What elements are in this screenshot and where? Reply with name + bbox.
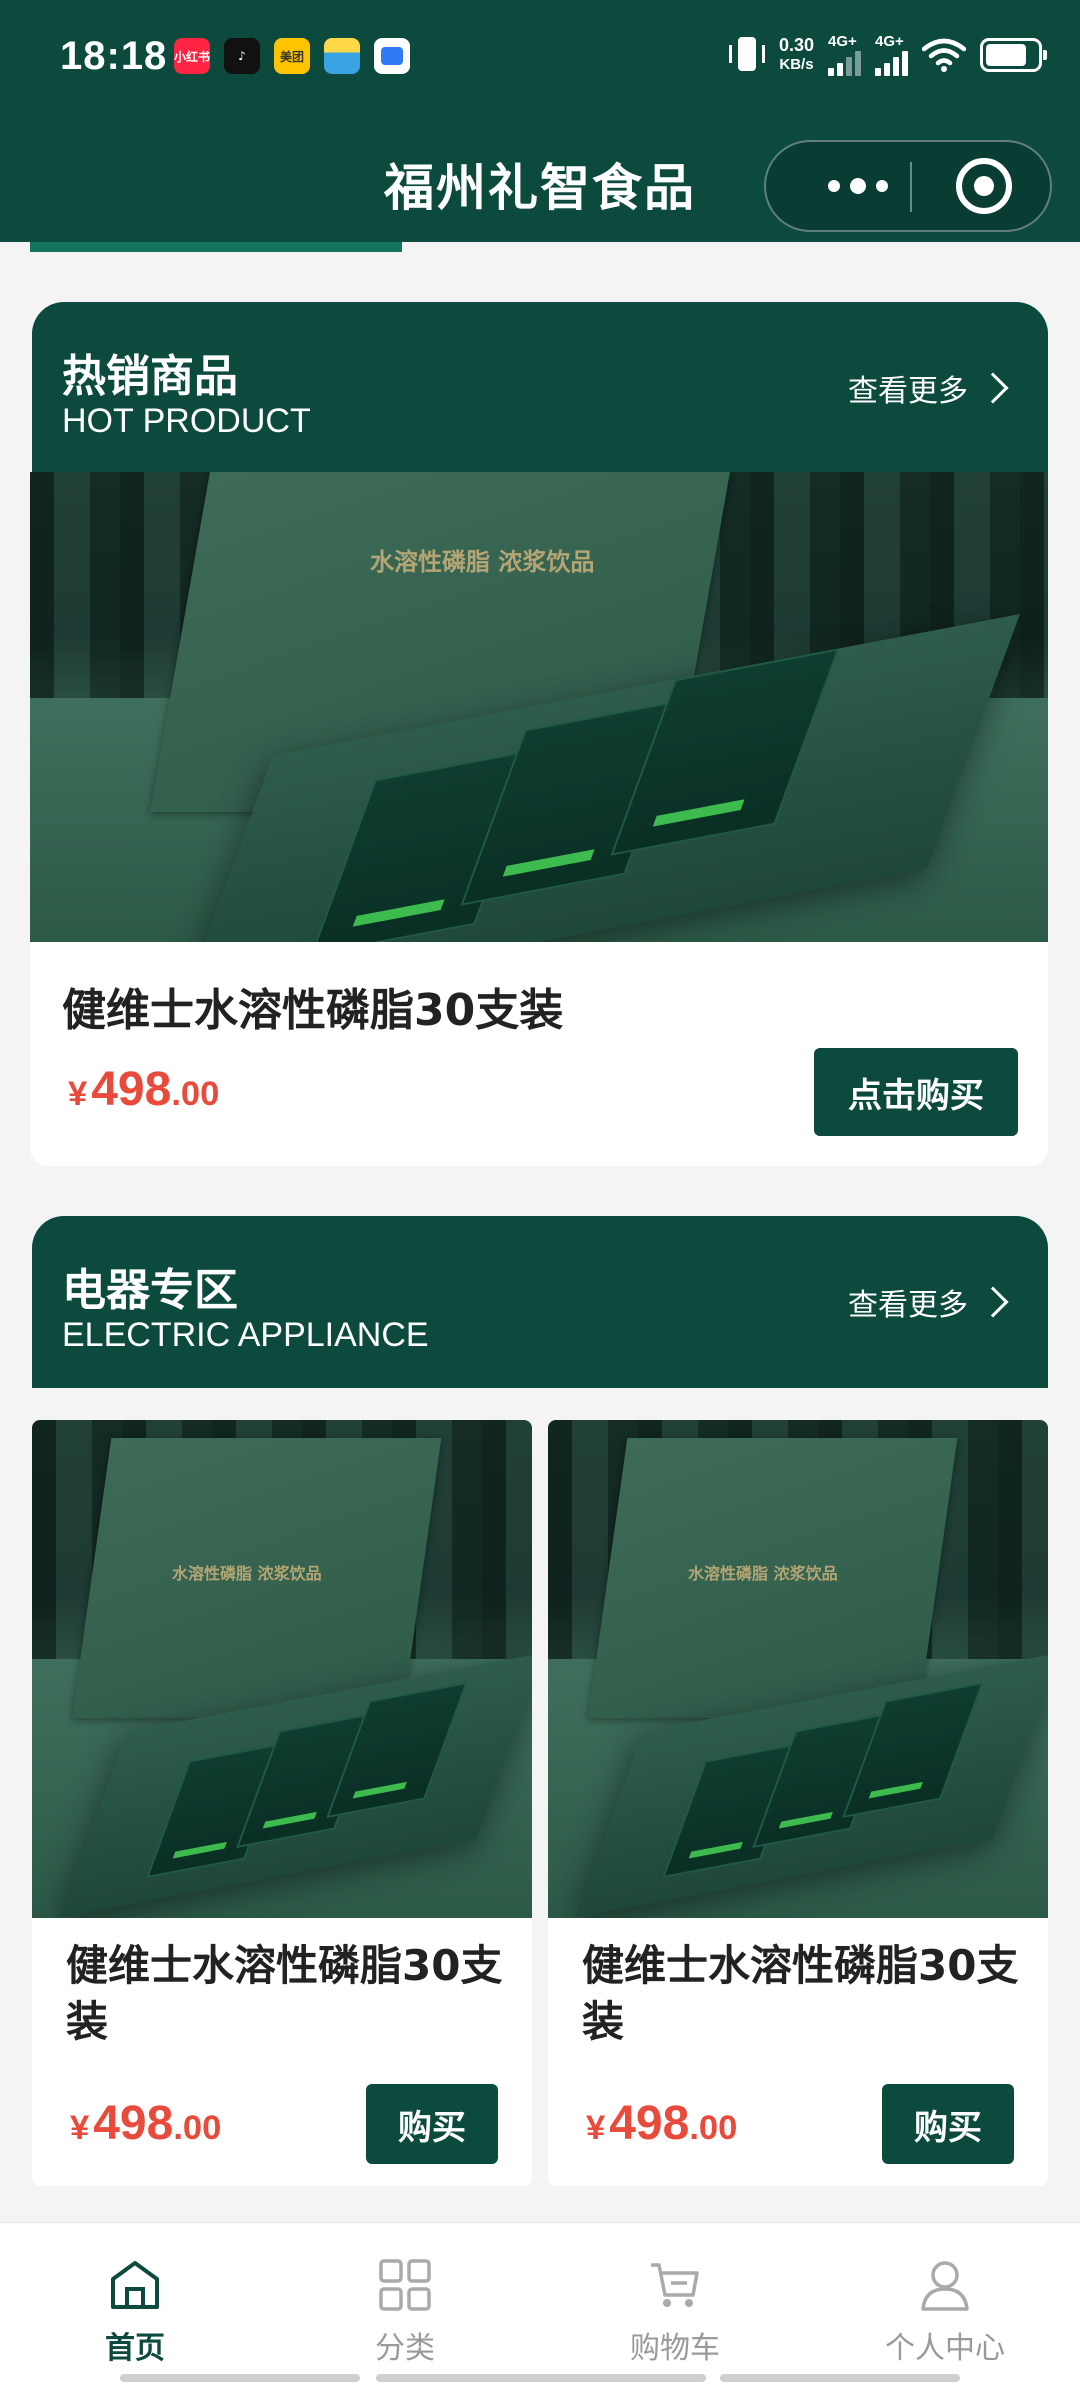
appliance-product-card[interactable]: 水溶性磷脂 浓浆饮品 健维士水溶性磷脂30支装 ¥498.00 购买 — [32, 1420, 532, 2186]
gesture-bar-segment — [720, 2374, 960, 2382]
close-miniapp-icon[interactable] — [956, 158, 1012, 214]
miniapp-capsule — [764, 140, 1052, 232]
more-options-icon[interactable] — [806, 142, 910, 230]
cloud-app-icon — [374, 38, 410, 74]
xiaohongshu-icon: 小红书 — [174, 38, 210, 74]
product-logo-text: 水溶性磷脂 浓浆饮品 — [688, 1564, 838, 1583]
electric-appliance-header: 电器专区 ELECTRIC APPLIANCE 查看更多 — [32, 1216, 1048, 1388]
view-more-link[interactable]: 查看更多 — [848, 1280, 1009, 1324]
product-logo-text: 水溶性磷脂 浓浆饮品 — [370, 548, 595, 576]
view-more-link[interactable]: 查看更多 — [848, 366, 1009, 410]
buy-button[interactable]: 购买 — [366, 2084, 498, 2164]
bottom-tab-bar: 首页 分类 购物车 个人中心 — [0, 2222, 1080, 2388]
home-icon — [111, 2261, 159, 2309]
section-subtitle: HOT PRODUCT — [62, 402, 311, 440]
douyin-icon: ♪ — [224, 38, 260, 74]
product-name[interactable]: 健维士水溶性磷脂30支装 — [62, 974, 563, 1038]
user-profile-icon — [921, 2261, 969, 2311]
section-title: 热销商品 — [62, 351, 238, 402]
notification-app-icons: 小红书 ♪ 美团 — [174, 38, 410, 74]
product-price: ¥498.00 — [70, 2097, 222, 2150]
section-title: 电器专区 — [62, 1265, 238, 1316]
gesture-bar-segment — [376, 2374, 706, 2382]
buy-button[interactable]: 购买 — [882, 2084, 1014, 2164]
battery-icon — [980, 38, 1047, 72]
net-speed: 0.30 KB/s — [778, 35, 814, 73]
product-name[interactable]: 健维士水溶性磷脂30支装 — [66, 1938, 516, 2050]
product-image[interactable]: 水溶性磷脂 浓浆饮品 — [548, 1420, 1048, 1918]
category-grid-icon — [379, 2259, 431, 2311]
signal-icon: 4G+ — [828, 34, 861, 76]
section-subtitle: ELECTRIC APPLIANCE — [62, 1316, 429, 1354]
product-price: ¥498.00 — [586, 2097, 738, 2150]
chevron-right-icon — [977, 1286, 1009, 1318]
meituan-icon: 美团 — [274, 38, 310, 74]
status-time: 18:18 — [60, 34, 168, 78]
tab-profile[interactable]: 个人中心 — [810, 2223, 1080, 2388]
product-image[interactable]: 水溶性磷脂 浓浆饮品 — [30, 472, 1048, 942]
tab-home[interactable]: 首页 — [0, 2223, 270, 2388]
gesture-bar-segment — [120, 2374, 360, 2382]
product-price: ¥498.00 — [68, 1063, 220, 1116]
product-name[interactable]: 健维士水溶性磷脂30支装 — [582, 1938, 1032, 2050]
product-image[interactable]: 水溶性磷脂 浓浆饮品 — [32, 1420, 532, 1918]
hot-product-header: 热销商品 HOT PRODUCT 查看更多 — [32, 302, 1048, 474]
tab-cart[interactable]: 购物车 — [540, 2223, 810, 2388]
status-bar: 18:18 小红书 ♪ 美团 0.30 KB/s 4G+ 4G+ — [0, 0, 1080, 118]
vibrate-icon — [728, 35, 765, 75]
top-bar: 18:18 小红书 ♪ 美团 0.30 KB/s 4G+ 4G+ 福州礼智食品 — [0, 0, 1080, 242]
status-indicators: 0.30 KB/s 4G+ 4G+ — [728, 34, 1047, 76]
scroll-tab-indicator — [30, 242, 402, 252]
chevron-right-icon — [977, 372, 1009, 404]
notes-app-icon — [324, 38, 360, 74]
buy-now-button[interactable]: 点击购买 — [814, 1048, 1018, 1136]
hot-product-card[interactable]: 水溶性磷脂 浓浆饮品 健维士水溶性磷脂30支装 ¥498.00 点击购买 — [30, 472, 1048, 1166]
appliance-product-card[interactable]: 水溶性磷脂 浓浆饮品 健维士水溶性磷脂30支装 ¥498.00 购买 — [548, 1420, 1048, 2186]
tab-category[interactable]: 分类 — [270, 2223, 540, 2388]
wifi-icon — [922, 38, 966, 72]
product-logo-text: 水溶性磷脂 浓浆饮品 — [172, 1564, 322, 1583]
shopping-cart-icon — [651, 2263, 699, 2307]
signal-icon-2: 4G+ — [875, 34, 908, 76]
